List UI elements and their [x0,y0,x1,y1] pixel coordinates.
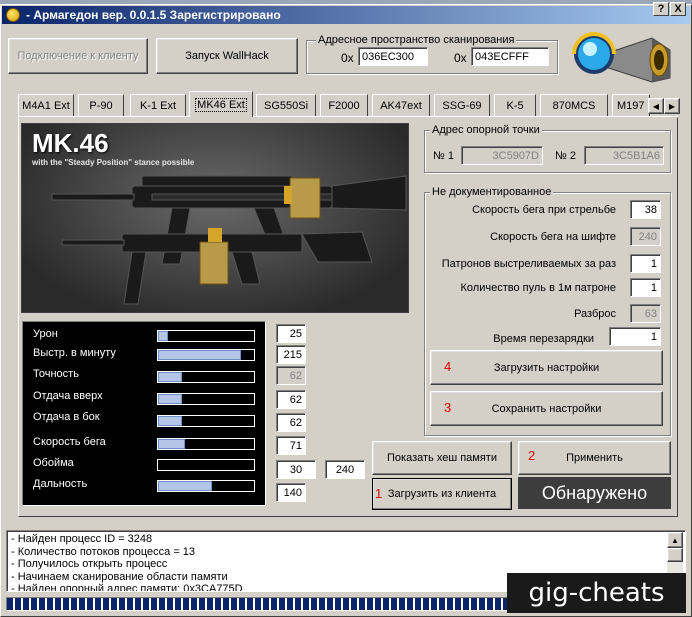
stat-bar-rpm [157,349,255,361]
title-bar[interactable]: - Армагедон вер. 0.0.1.5 Зарегистрирован… [2,6,690,24]
tab-f2000[interactable]: F2000 [320,94,368,116]
log-scroll-thumb[interactable] [667,548,683,562]
stat-bar-recoil-side [157,415,255,427]
save-settings-button[interactable]: 3 Сохранить настройки [430,391,663,426]
step-3-marker: 3 [444,400,452,415]
stat-label-recoil-up: Отдача вверх [33,390,103,402]
stat-value-recoil-side[interactable]: 62 [276,413,306,432]
tab-scroll-left-button[interactable]: ◀ [648,98,664,114]
weapon-subtitle: with the "Steady Position" stance possib… [32,158,195,167]
log-line: - Получилось открыть процесс [11,558,168,570]
stat-value-magazine[interactable]: 30 [276,460,316,479]
stat-bar-fill [158,481,212,491]
tab-scroll-right-button[interactable]: ▶ [664,98,680,114]
stat-label-recoil-side: Отдача в бок [33,411,100,423]
run-speed-firing-label: Скорость бега при стрельбе [472,204,616,216]
watermark: gig-cheats [507,573,686,613]
stat-label-rpm: Выстр. в минуту [33,347,116,359]
stat-label-range: Дальность [33,478,88,490]
load-settings-button[interactable]: 4 Загрузить настройки [430,350,663,385]
anchor-2-label: № 2 [555,150,576,162]
load-from-client-button[interactable]: 1 Загрузить из клиента [372,478,512,510]
reload-time-field[interactable]: 1 [609,327,661,346]
scan-end-field[interactable]: 043ECFFF [471,47,549,66]
stat-label-damage: Урон [33,328,58,340]
tab-sg550si[interactable]: SG550Si [256,94,316,116]
reload-time-label: Время перезарядки [493,333,594,345]
anchor-2-field[interactable]: 3C5B1A6 [584,146,664,165]
weapon-title: MK.46 [32,128,109,158]
stat-label-run-speed: Скорость бега [33,436,106,448]
stat-label-accuracy: Точность [33,368,79,380]
tab-mk46-ext[interactable]: MK46 Ext [189,91,253,117]
arrow-right-icon: ▶ [668,101,676,111]
tab-ssg69[interactable]: SSG-69 [434,94,490,116]
stat-value-accuracy[interactable]: 62 [276,366,306,385]
weapon-image: MK.46 with the "Steady Position" stance … [21,123,409,313]
anchor-1-label: № 1 [433,150,454,162]
tab-870mcs[interactable]: 870MCS [540,94,608,116]
stat-bar-run-speed [157,438,255,450]
stat-value-range[interactable]: 140 [276,483,306,502]
scan-end-prefix: 0x [454,51,467,65]
spread-field[interactable]: 63 [630,304,661,323]
launch-wallhack-button[interactable]: Запуск WallHack [156,38,298,74]
stat-bar-fill [158,416,182,426]
apply-button[interactable]: 2 Применить [518,441,671,475]
run-speed-shift-label: Скорость бега на шифте [490,231,616,243]
step-2-marker: 2 [528,448,536,463]
stat-bar-range [157,480,255,492]
window-title: - Армагедон вер. 0.0.1.5 Зарегистрирован… [26,8,281,22]
tab-ak47ext[interactable]: AK47ext [372,94,430,116]
help-button[interactable]: ? [653,2,669,16]
tab-m197[interactable]: M197 [612,94,650,116]
stat-value-rpm[interactable]: 215 [276,345,306,364]
step-4-marker: 4 [444,359,452,374]
stat-bar-fill [158,394,182,404]
stat-bar-recoil-up [157,393,255,405]
tab-p90[interactable]: P-90 [78,94,124,116]
step-1-marker: 1 [375,486,383,501]
anchor-address-group-title: Адрес опорной точки [430,124,542,136]
log-line: - Количество потоков процесса = 13 [11,545,196,558]
tab-k5[interactable]: K-5 [494,94,536,116]
log-line: - Найден процесс ID = 3248 [11,533,153,545]
stat-value-damage[interactable]: 25 [276,324,306,343]
run-speed-shift-field[interactable]: 240 [630,227,661,246]
log-scroll-up-button[interactable]: ▲ [667,532,683,548]
run-speed-firing-field[interactable]: 38 [630,200,661,219]
undocumented-group-title: Не документированное [430,186,554,198]
scan-start-prefix: 0x [341,51,354,65]
stat-bar-fill [158,372,182,382]
tab-k1-ext[interactable]: K-1 Ext [130,94,186,116]
app-icon [6,8,20,22]
stat-bar-magazine [157,459,255,471]
stat-bar-fill [158,439,185,449]
arrow-left-icon: ◀ [652,101,660,111]
stat-value-recoil-up[interactable]: 62 [276,390,306,409]
stat-label-magazine: Обойма [33,457,74,469]
show-memory-hash-button[interactable]: Показать хеш памяти [372,441,512,475]
connect-client-button[interactable]: Подключение к клиенту [8,38,148,74]
scan-start-field[interactable]: 036EC300 [358,47,428,66]
rounds-per-shot-label: Патронов выстреливаемых за раз [441,258,616,270]
bullets-per-round-field[interactable]: 1 [630,278,661,297]
stat-bar-damage [157,330,255,342]
stat-value-reserve-ammo[interactable]: 240 [325,460,365,479]
anchor-1-field[interactable]: 3C5907D [461,146,543,165]
scan-address-group-title: Адресное пространство сканирования [316,34,517,46]
stat-bar-accuracy [157,371,255,383]
arrow-up-icon: ▲ [671,535,679,545]
status-detected-badge: Обнаружено [518,477,671,509]
spread-label: Разброс [574,308,616,320]
stat-bar-fill [158,331,168,341]
rounds-per-shot-field[interactable]: 1 [630,254,661,273]
close-button[interactable]: X [670,2,686,16]
bullets-per-round-label: Количество пуль в 1м патроне [460,282,616,294]
stat-bar-fill [158,350,241,360]
tab-m4a1-ext[interactable]: M4A1 Ext [18,94,74,116]
app-logo [566,28,686,86]
stat-value-run-speed[interactable]: 71 [276,436,306,455]
